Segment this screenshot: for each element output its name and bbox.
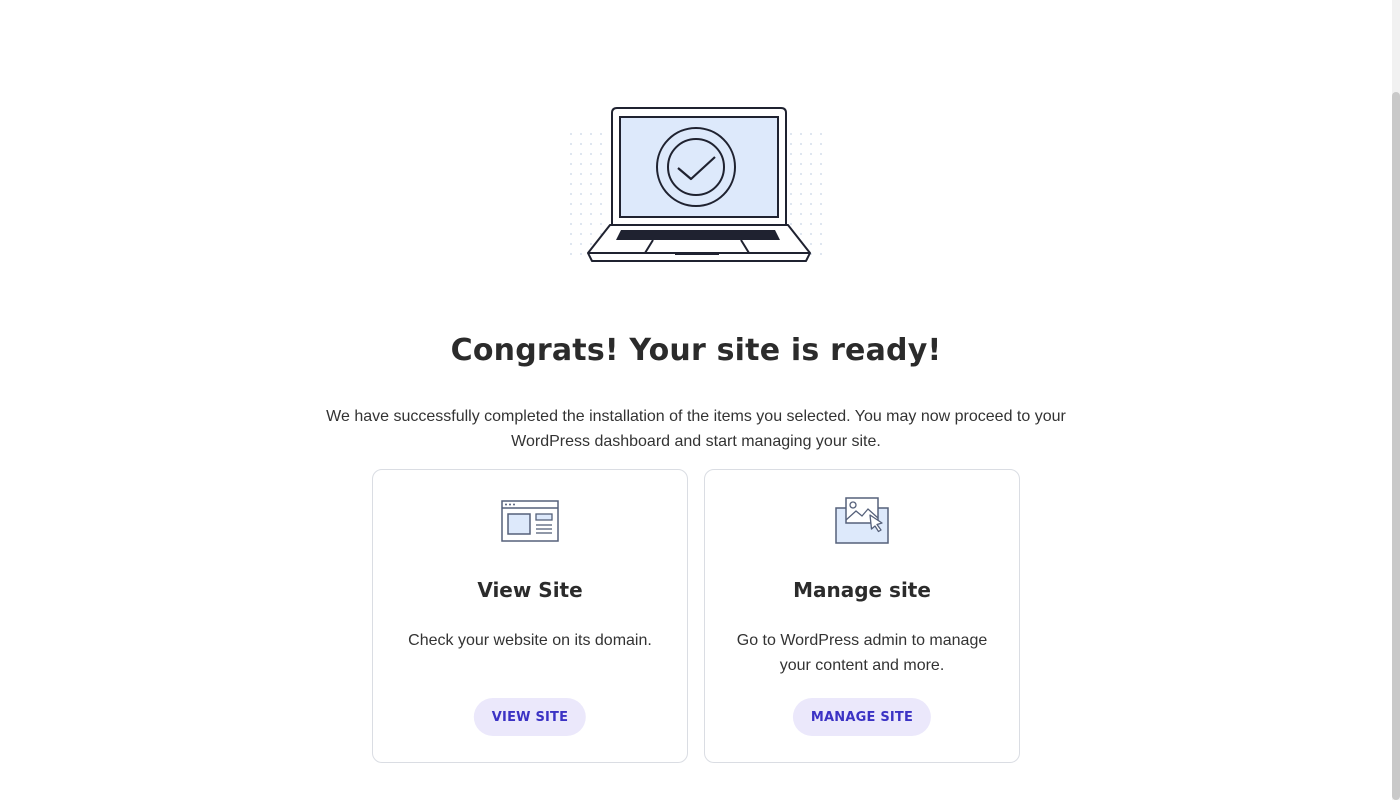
view-site-card: View Site Check your website on its doma… (372, 469, 688, 763)
laptop-checkmark-icon (570, 107, 822, 262)
browser-window-icon (501, 500, 559, 542)
scrollbar-thumb[interactable] (1392, 92, 1400, 800)
view-site-button[interactable]: VIEW SITE (473, 698, 587, 736)
scrollbar[interactable] (1392, 0, 1400, 800)
page-title: Congrats! Your site is ready! (450, 333, 942, 368)
manage-site-title: Manage site (793, 578, 931, 602)
manage-site-card: Manage site Go to WordPress admin to man… (704, 469, 1020, 763)
view-site-title: View Site (477, 578, 583, 602)
image-cursor-icon (835, 497, 889, 544)
success-page: Congrats! Your site is ready! We have su… (0, 0, 1400, 800)
view-site-description: Check your website on its domain. (408, 632, 652, 649)
intro-text: We have successfully completed the insta… (326, 408, 1066, 450)
manage-site-button[interactable]: MANAGE SITE (792, 698, 932, 736)
manage-site-description: Go to WordPress admin to manage your con… (736, 632, 988, 674)
